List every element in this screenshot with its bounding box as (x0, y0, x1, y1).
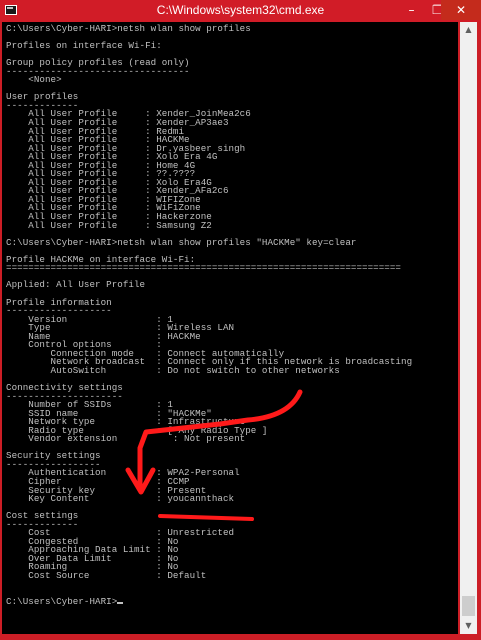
cmd-window: C:\Windows\system32\cmd.exe – ❐ ✕ C:\Use… (0, 0, 481, 640)
title-bar[interactable]: C:\Windows\system32\cmd.exe – ❐ ✕ (0, 0, 481, 22)
console-output[interactable]: C:\Users\Cyber-HARI>netsh wlan show prof… (2, 22, 458, 634)
close-button[interactable]: ✕ (441, 0, 481, 20)
console-text: C:\Users\Cyber-HARI>netsh wlan show prof… (6, 23, 413, 607)
minimize-button[interactable]: – (398, 0, 425, 20)
scroll-down-arrow-icon[interactable]: ▼ (460, 618, 477, 634)
scroll-up-arrow-icon[interactable]: ▲ (460, 22, 477, 38)
text-cursor (117, 601, 124, 604)
scroll-thumb[interactable] (462, 596, 475, 616)
vertical-scrollbar[interactable]: ▲ ▼ (460, 22, 477, 634)
